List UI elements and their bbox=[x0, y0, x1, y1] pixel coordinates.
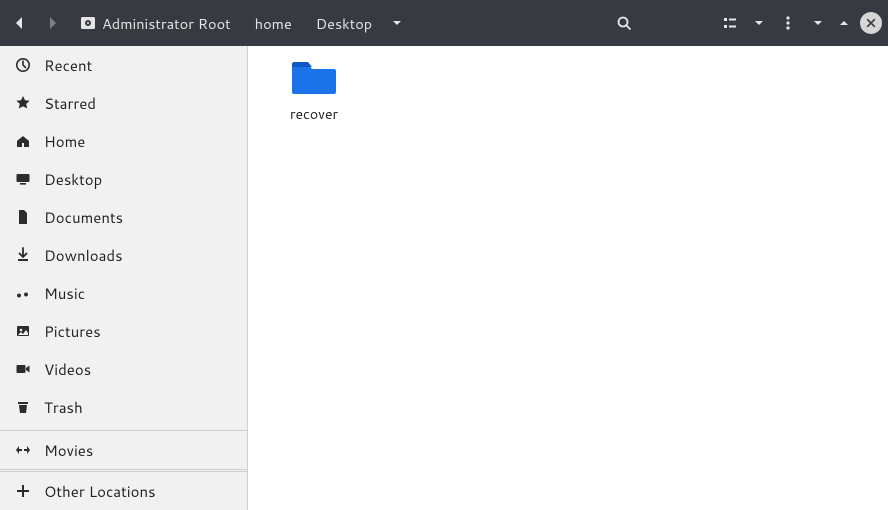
folder-tile-recover[interactable]: recover bbox=[266, 58, 362, 124]
pictures-icon bbox=[14, 322, 32, 340]
window-close-button[interactable] bbox=[860, 12, 882, 34]
view-list-button[interactable] bbox=[716, 9, 744, 37]
chevron-down-icon bbox=[391, 17, 403, 29]
path-segment-desktop[interactable]: Desktop bbox=[306, 9, 382, 38]
path-segment-root[interactable]: Administrator Root bbox=[76, 9, 241, 38]
sidebar-item-label: Pictures bbox=[44, 321, 101, 342]
path-bar: Administrator Root home Desktop bbox=[76, 9, 408, 38]
sidebar-item-pictures[interactable]: Pictures bbox=[0, 312, 247, 350]
arrow-left-icon bbox=[12, 15, 28, 31]
sidebar-item-label: Downloads bbox=[44, 245, 123, 266]
search-icon bbox=[616, 15, 632, 31]
sidebar-item-label: Music bbox=[44, 283, 85, 304]
sidebar: Recent Starred Home Desktop bbox=[0, 46, 248, 510]
sidebar-item-label: Desktop bbox=[44, 169, 102, 190]
plus-icon bbox=[14, 482, 32, 500]
arrow-right-icon bbox=[44, 15, 60, 31]
body: Recent Starred Home Desktop bbox=[0, 46, 888, 510]
home-icon bbox=[14, 132, 32, 150]
path-segment-label: Desktop bbox=[316, 13, 372, 34]
download-icon bbox=[14, 246, 32, 264]
view-dropdown-button[interactable] bbox=[750, 9, 768, 37]
hamburger-menu-button[interactable] bbox=[774, 9, 802, 37]
toolbar-right-cluster bbox=[716, 9, 882, 37]
chevron-down-icon bbox=[812, 17, 824, 29]
sidebar-mounts: Movies bbox=[0, 430, 247, 470]
sidebar-item-label: Home bbox=[44, 131, 85, 152]
folder-label: recover bbox=[290, 104, 338, 124]
main-content[interactable]: recover bbox=[248, 46, 888, 510]
search-button[interactable] bbox=[610, 9, 638, 37]
sidebar-item-label: Trash bbox=[44, 397, 83, 418]
sidebar-item-music[interactable]: Music bbox=[0, 274, 247, 312]
sidebar-item-label: Other Locations bbox=[44, 481, 156, 502]
sidebar-item-home[interactable]: Home bbox=[0, 122, 247, 160]
clock-icon bbox=[14, 56, 32, 74]
sidebar-item-label: Starred bbox=[44, 93, 96, 114]
window-minimize-button[interactable] bbox=[808, 9, 828, 37]
path-segment-label: home bbox=[255, 13, 292, 34]
path-segment-label: Administrator Root bbox=[102, 13, 231, 34]
folder-icon bbox=[290, 58, 338, 98]
sidebar-item-videos[interactable]: Videos bbox=[0, 350, 247, 388]
toolbar: Administrator Root home Desktop bbox=[0, 0, 888, 46]
sidebar-bottom: Other Locations bbox=[0, 471, 247, 510]
trash-icon bbox=[14, 398, 32, 416]
close-icon bbox=[866, 18, 876, 28]
chevron-down-icon bbox=[753, 17, 765, 29]
music-icon bbox=[14, 284, 32, 302]
list-view-icon bbox=[722, 15, 738, 31]
sidebar-item-label: Movies bbox=[44, 440, 93, 461]
document-icon bbox=[14, 208, 32, 226]
star-icon bbox=[14, 94, 32, 112]
videos-icon bbox=[14, 360, 32, 378]
desktop-icon bbox=[14, 170, 32, 188]
sidebar-item-movies[interactable]: Movies bbox=[0, 431, 247, 469]
sidebar-item-recent[interactable]: Recent bbox=[0, 46, 247, 84]
sidebar-item-desktop[interactable]: Desktop bbox=[0, 160, 247, 198]
sidebar-item-documents[interactable]: Documents bbox=[0, 198, 247, 236]
disk-icon bbox=[80, 15, 96, 31]
sidebar-item-label: Recent bbox=[44, 55, 92, 76]
sidebar-item-starred[interactable]: Starred bbox=[0, 84, 247, 122]
window-maximize-button[interactable] bbox=[834, 9, 854, 37]
arrows-icon bbox=[14, 441, 32, 459]
sidebar-item-label: Documents bbox=[44, 207, 123, 228]
sidebar-item-downloads[interactable]: Downloads bbox=[0, 236, 247, 274]
sidebar-item-label: Videos bbox=[44, 359, 91, 380]
nav-back-button[interactable] bbox=[6, 9, 34, 37]
sidebar-item-other-locations[interactable]: Other Locations bbox=[0, 472, 247, 510]
chevron-up-icon bbox=[838, 17, 850, 29]
sidebar-places: Recent Starred Home Desktop bbox=[0, 46, 247, 426]
kebab-icon bbox=[780, 15, 796, 31]
path-segment-home[interactable]: home bbox=[245, 9, 302, 38]
path-dropdown-button[interactable] bbox=[386, 9, 408, 37]
sidebar-item-trash[interactable]: Trash bbox=[0, 388, 247, 426]
nav-forward-button[interactable] bbox=[38, 9, 66, 37]
